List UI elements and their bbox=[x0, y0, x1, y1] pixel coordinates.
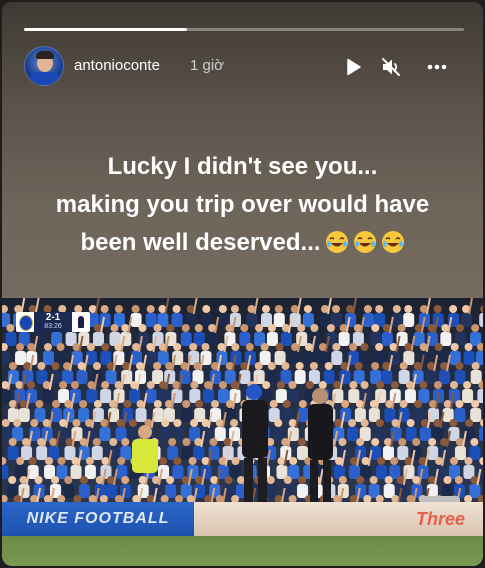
username[interactable]: antonioconte bbox=[74, 57, 160, 74]
play-button[interactable] bbox=[342, 56, 364, 78]
caption-line-1: Lucky I didn't see you... bbox=[107, 153, 378, 180]
story-progress-fill bbox=[24, 28, 187, 31]
story-photo: 2-1 83:26 NIKE FOOTBALL Three bbox=[2, 298, 483, 566]
score: 2-1 bbox=[45, 312, 61, 323]
story-caption: Lucky I didn't see you... making you tri… bbox=[22, 148, 463, 262]
away-crest-icon bbox=[72, 312, 90, 332]
caption-line-3: been well deserved... bbox=[80, 229, 321, 256]
story-viewer: antonioconte 1 giờ Lucky I didn't see yo… bbox=[2, 2, 483, 566]
home-crest-icon bbox=[16, 312, 34, 332]
more-options-button[interactable] bbox=[426, 56, 448, 78]
caption-line-3-wrap: been well deserved... bbox=[22, 224, 463, 262]
match-clock: 83:26 bbox=[44, 323, 62, 330]
mute-button[interactable] bbox=[380, 56, 402, 78]
laughing-emoji-icon bbox=[381, 231, 404, 253]
muted-speaker-icon bbox=[382, 58, 400, 76]
pitch bbox=[2, 536, 483, 566]
story-progress-bar bbox=[24, 28, 464, 31]
ad-board-right: Three bbox=[194, 502, 483, 536]
story-header: antonioconte 1 giờ bbox=[24, 46, 464, 90]
laughing-emoji-icon bbox=[325, 231, 348, 253]
timestamp: 1 giờ bbox=[190, 57, 225, 74]
ad-board-left: NIKE FOOTBALL bbox=[2, 502, 194, 536]
more-options-icon bbox=[427, 64, 447, 70]
play-icon bbox=[347, 58, 361, 76]
scorebug: 2-1 83:26 bbox=[16, 312, 90, 332]
caption-line-2: making you trip over would have bbox=[55, 191, 430, 218]
avatar[interactable] bbox=[24, 46, 64, 86]
laughing-emoji-icon bbox=[353, 231, 376, 253]
